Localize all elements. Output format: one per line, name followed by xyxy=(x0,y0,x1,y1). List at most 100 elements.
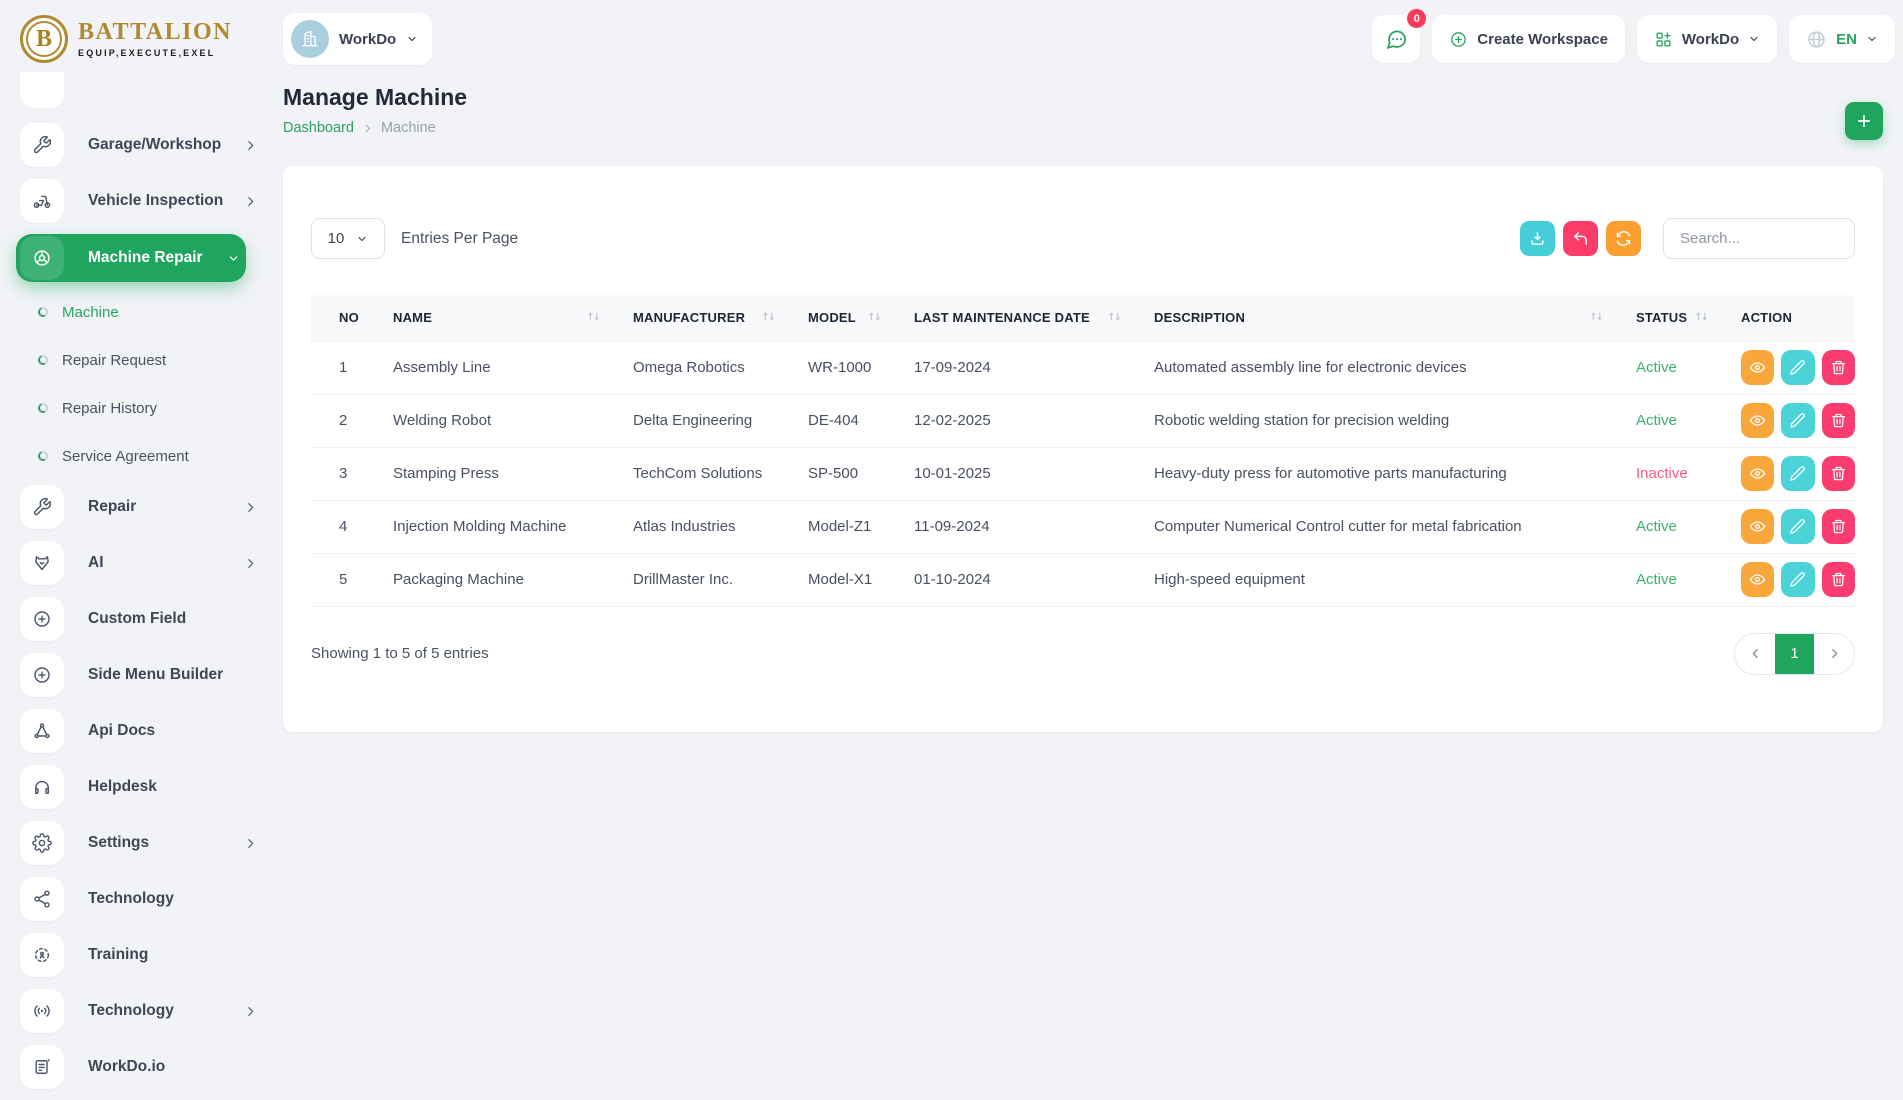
sort-icon[interactable]: ↑↓ xyxy=(761,312,776,323)
cell-model: Model-Z1 xyxy=(780,500,886,554)
trash-icon xyxy=(1831,572,1845,587)
sidebar-item-technology[interactable]: Technology xyxy=(20,876,263,922)
sidebar-item-technology-2[interactable]: Technology xyxy=(20,988,263,1034)
sidebar-subitem-repair-request[interactable]: Repair Request xyxy=(20,340,263,380)
table-toolbar: 10 Entries Per Page xyxy=(311,218,1855,259)
col-header-name[interactable]: NAME ↑↓ xyxy=(365,295,605,341)
sidebar-item-api-docs[interactable]: Api Docs xyxy=(20,708,263,754)
status-text: Active xyxy=(1608,553,1713,607)
view-button[interactable] xyxy=(1741,456,1775,491)
sidebar-item-custom-field[interactable]: Custom Field xyxy=(20,596,263,642)
notification-badge: 0 xyxy=(1407,9,1427,28)
export-download-button[interactable] xyxy=(1520,221,1555,256)
view-button[interactable] xyxy=(1741,403,1775,438)
pagination-prev-button[interactable] xyxy=(1735,633,1775,674)
sidebar-item-machine-repair[interactable]: Machine Repair xyxy=(16,234,246,282)
col-header-no[interactable]: NO xyxy=(311,295,365,341)
create-workspace-label: Create Workspace xyxy=(1477,30,1608,48)
status-text: Active xyxy=(1608,340,1713,395)
sidebar-item-workdo-io[interactable]: WorkDo.io xyxy=(20,1044,263,1090)
brand-name: BATTALION xyxy=(78,19,232,45)
sidebar-item-settings[interactable]: Settings xyxy=(20,820,263,866)
sidebar-item-label: AI xyxy=(88,554,104,571)
cell-manufacturer: Delta Engineering xyxy=(605,394,780,448)
cell-manufacturer: Omega Robotics xyxy=(605,340,780,395)
cell-model: WR-1000 xyxy=(780,340,886,395)
sidebar-item-helpdesk[interactable]: Helpdesk xyxy=(20,764,263,810)
chevron-right-icon xyxy=(244,139,257,152)
workspace-selector-label: WorkDo xyxy=(339,30,397,48)
sidebar-subitem-service-agreement[interactable]: Service Agreement xyxy=(20,436,263,476)
edit-button[interactable] xyxy=(1781,509,1815,544)
delete-button[interactable] xyxy=(1821,509,1855,544)
breadcrumb-dashboard-link[interactable]: Dashboard xyxy=(283,120,354,136)
motorcycle-icon xyxy=(20,179,64,223)
page-head: Manage Machine Dashboard Machine xyxy=(283,84,1895,140)
cell-manufacturer: TechCom Solutions xyxy=(605,447,780,501)
sort-icon[interactable]: ↑↓ xyxy=(1694,312,1709,323)
cell-model: Model-X1 xyxy=(780,553,886,607)
cell-no: 3 xyxy=(311,447,365,501)
sidebar-item-side-menu-builder[interactable]: Side Menu Builder xyxy=(20,652,263,698)
broadcast-icon xyxy=(20,989,64,1033)
sidebar-item-label: Vehicle Inspection xyxy=(88,192,224,209)
sidebar-subitem-machine[interactable]: Machine xyxy=(20,292,263,332)
sort-icon[interactable]: ↑↓ xyxy=(1107,312,1122,323)
sidebar-item-vehicle-inspection[interactable]: Vehicle Inspection xyxy=(20,178,263,224)
cell-name: Injection Molding Machine xyxy=(365,500,605,554)
status-text: Active xyxy=(1608,394,1713,448)
create-workspace-button[interactable]: Create Workspace xyxy=(1432,15,1625,63)
view-button[interactable] xyxy=(1741,562,1775,597)
cell-name: Packaging Machine xyxy=(365,553,605,607)
delete-button[interactable] xyxy=(1821,456,1855,491)
undo-button[interactable] xyxy=(1563,221,1598,256)
chevron-left-icon xyxy=(1752,649,1758,658)
chevron-down-icon xyxy=(358,236,366,241)
brand-tagline: EQUIP,EXECUTE,EXEL xyxy=(78,48,216,58)
cell-model: DE-404 xyxy=(780,394,886,448)
download-icon xyxy=(1531,232,1544,245)
chat-button[interactable]: 0 xyxy=(1372,9,1427,63)
refresh-button[interactable] xyxy=(1606,221,1641,256)
sidebar-item-ai[interactable]: AI xyxy=(20,540,263,586)
col-header-model[interactable]: MODEL ↑↓ xyxy=(780,295,886,341)
delete-button[interactable] xyxy=(1821,562,1855,597)
workspace-selector[interactable]: WorkDo xyxy=(283,13,433,65)
pagination-next-button[interactable] xyxy=(1814,633,1854,674)
sidebar-item-label: Training xyxy=(88,946,149,963)
sidebar-item-training[interactable]: Training xyxy=(20,932,263,978)
sidebar-item-label: WorkDo.io xyxy=(88,1058,166,1075)
sidebar-item-label: Garage/Workshop xyxy=(88,136,222,153)
delete-button[interactable] xyxy=(1821,350,1855,385)
col-header-manufacturer[interactable]: MANUFACTURER ↑↓ xyxy=(605,295,780,341)
edit-button[interactable] xyxy=(1781,562,1815,597)
language-selector[interactable]: EN xyxy=(1789,15,1895,63)
view-button[interactable] xyxy=(1741,350,1775,385)
sidebar-item-repair[interactable]: Repair xyxy=(20,484,263,530)
focus-dashed-icon xyxy=(20,933,64,977)
cell-no: 5 xyxy=(311,553,365,607)
workspace-menu-button[interactable]: WorkDo xyxy=(1636,15,1778,63)
search-input[interactable] xyxy=(1663,218,1855,259)
edit-button[interactable] xyxy=(1781,403,1815,438)
delete-button[interactable] xyxy=(1821,403,1855,438)
sidebar-item-garage-workshop[interactable]: Garage/Workshop xyxy=(20,122,263,168)
col-header-description[interactable]: DESCRIPTION ↑↓ xyxy=(1126,295,1608,341)
refresh-icon xyxy=(1616,231,1631,246)
sidebar-subitem-label: Machine xyxy=(62,303,119,321)
sidebar-subitem-repair-history[interactable]: Repair History xyxy=(20,388,263,428)
add-machine-button[interactable] xyxy=(1845,102,1883,140)
sort-icon[interactable]: ↑↓ xyxy=(1589,312,1604,323)
col-header-status[interactable]: STATUS ↑↓ xyxy=(1608,295,1713,341)
sidebar-item-label: Side Menu Builder xyxy=(88,666,224,683)
sort-icon[interactable]: ↑↓ xyxy=(867,312,882,323)
col-header-last-maintenance-date[interactable]: LAST MAINTENANCE DATE ↑↓ xyxy=(886,295,1126,341)
edit-button[interactable] xyxy=(1781,456,1815,491)
view-button[interactable] xyxy=(1741,509,1775,544)
col-header-action: ACTION xyxy=(1713,295,1855,341)
cell-date: 10-01-2025 xyxy=(886,447,1126,501)
entries-per-page-select[interactable]: 10 xyxy=(311,218,385,259)
pagination-page-1[interactable]: 1 xyxy=(1775,633,1814,674)
sort-icon[interactable]: ↑↓ xyxy=(586,312,601,323)
edit-button[interactable] xyxy=(1781,350,1815,385)
